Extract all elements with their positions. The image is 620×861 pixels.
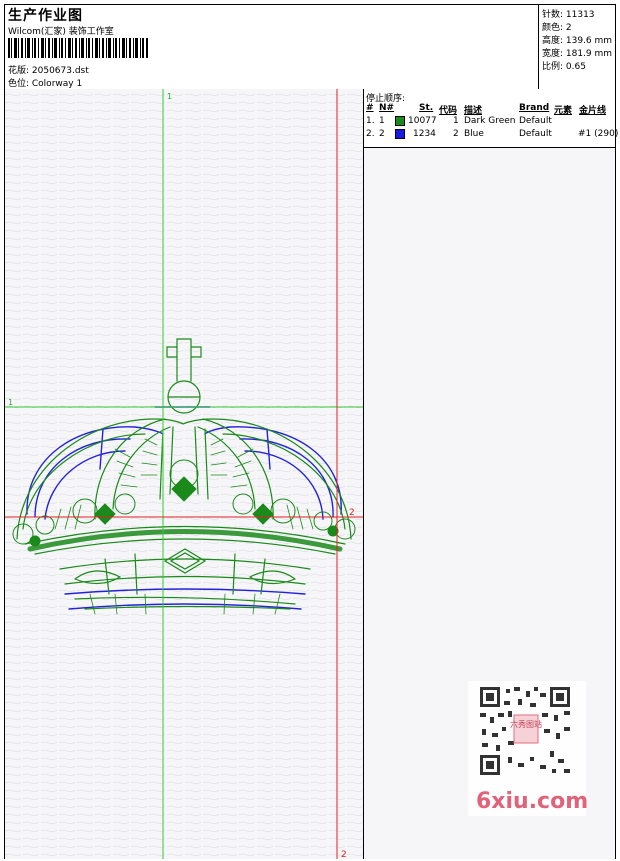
row-2-description: Blue — [464, 129, 484, 139]
row-1-stitches: 10077 — [408, 116, 437, 126]
stat-stitches: 针数: 11313 — [542, 10, 595, 20]
barcode — [8, 38, 148, 58]
row-2-brand: Default — [519, 129, 552, 139]
row-2-index: 2. — [366, 129, 375, 139]
row-1-description: Dark Green — [464, 116, 516, 126]
green-vertical-label: 1 — [167, 92, 172, 101]
stop-sequence-table: 停止顺序: # N# St. 代码 描述 Brand 元素 金片线 1. 1 1… — [364, 89, 619, 148]
stat-height: 高度: 139.6 mm — [542, 36, 613, 46]
stamp-text: 六秀图站 — [510, 719, 542, 729]
row-1-needle: 1 — [379, 116, 385, 126]
col-header-index: # — [366, 103, 374, 113]
col-header-element: 元素 — [554, 106, 573, 116]
colorway: 色位: Colorway 1 — [8, 79, 83, 89]
red-vertical-label: 2 — [341, 850, 347, 859]
row-1-index: 1. — [366, 116, 375, 126]
stat-colors: 颜色: 2 — [542, 23, 572, 33]
row-2-stitches: 1234 — [413, 129, 436, 139]
col-header-description: 描述 — [464, 106, 483, 116]
watermark-text: 6xiu.com — [476, 789, 589, 814]
green-horizontal-label: 1 — [8, 398, 13, 407]
row-2-color-swatch — [395, 129, 405, 139]
design-file: 花版: 2050673.dst — [8, 66, 89, 76]
col-header-code: 代码 — [439, 106, 458, 116]
stat-width: 宽度: 181.9 mm — [542, 49, 613, 59]
row-1-color-swatch — [395, 116, 405, 126]
row-1-brand: Default — [519, 116, 552, 126]
row-2-sequin: #1 (290) — [578, 129, 619, 139]
studio-name: Wilcom(汇家) 装饰工作室 — [8, 27, 114, 37]
qr-code-icon: 六秀图站 — [478, 685, 572, 777]
header: 生产作业图 Wilcom(汇家) 装饰工作室 花版: 2050673.dst 色… — [5, 5, 615, 90]
crown-embroidery-graphic: 1 1 2 2 — [5, 89, 363, 859]
design-preview: 1 1 2 2 — [5, 89, 364, 859]
stats-box: 针数: 11313 颜色: 2 高度: 139.6 mm 宽度: 181.9 m… — [538, 5, 616, 89]
col-header-sequin: 金片线 — [579, 106, 607, 116]
col-header-stitches: St. — [419, 103, 434, 113]
page-title: 生产作业图 — [8, 8, 83, 24]
stat-scale: 比例: 0.65 — [542, 62, 586, 72]
row-2-code: 2 — [453, 129, 459, 139]
red-horizontal-label: 2 — [349, 508, 355, 518]
row-2-needle: 2 — [379, 129, 385, 139]
row-1-code: 1 — [453, 116, 459, 126]
col-header-brand: Brand — [519, 103, 550, 113]
col-header-needle: N# — [379, 103, 395, 113]
